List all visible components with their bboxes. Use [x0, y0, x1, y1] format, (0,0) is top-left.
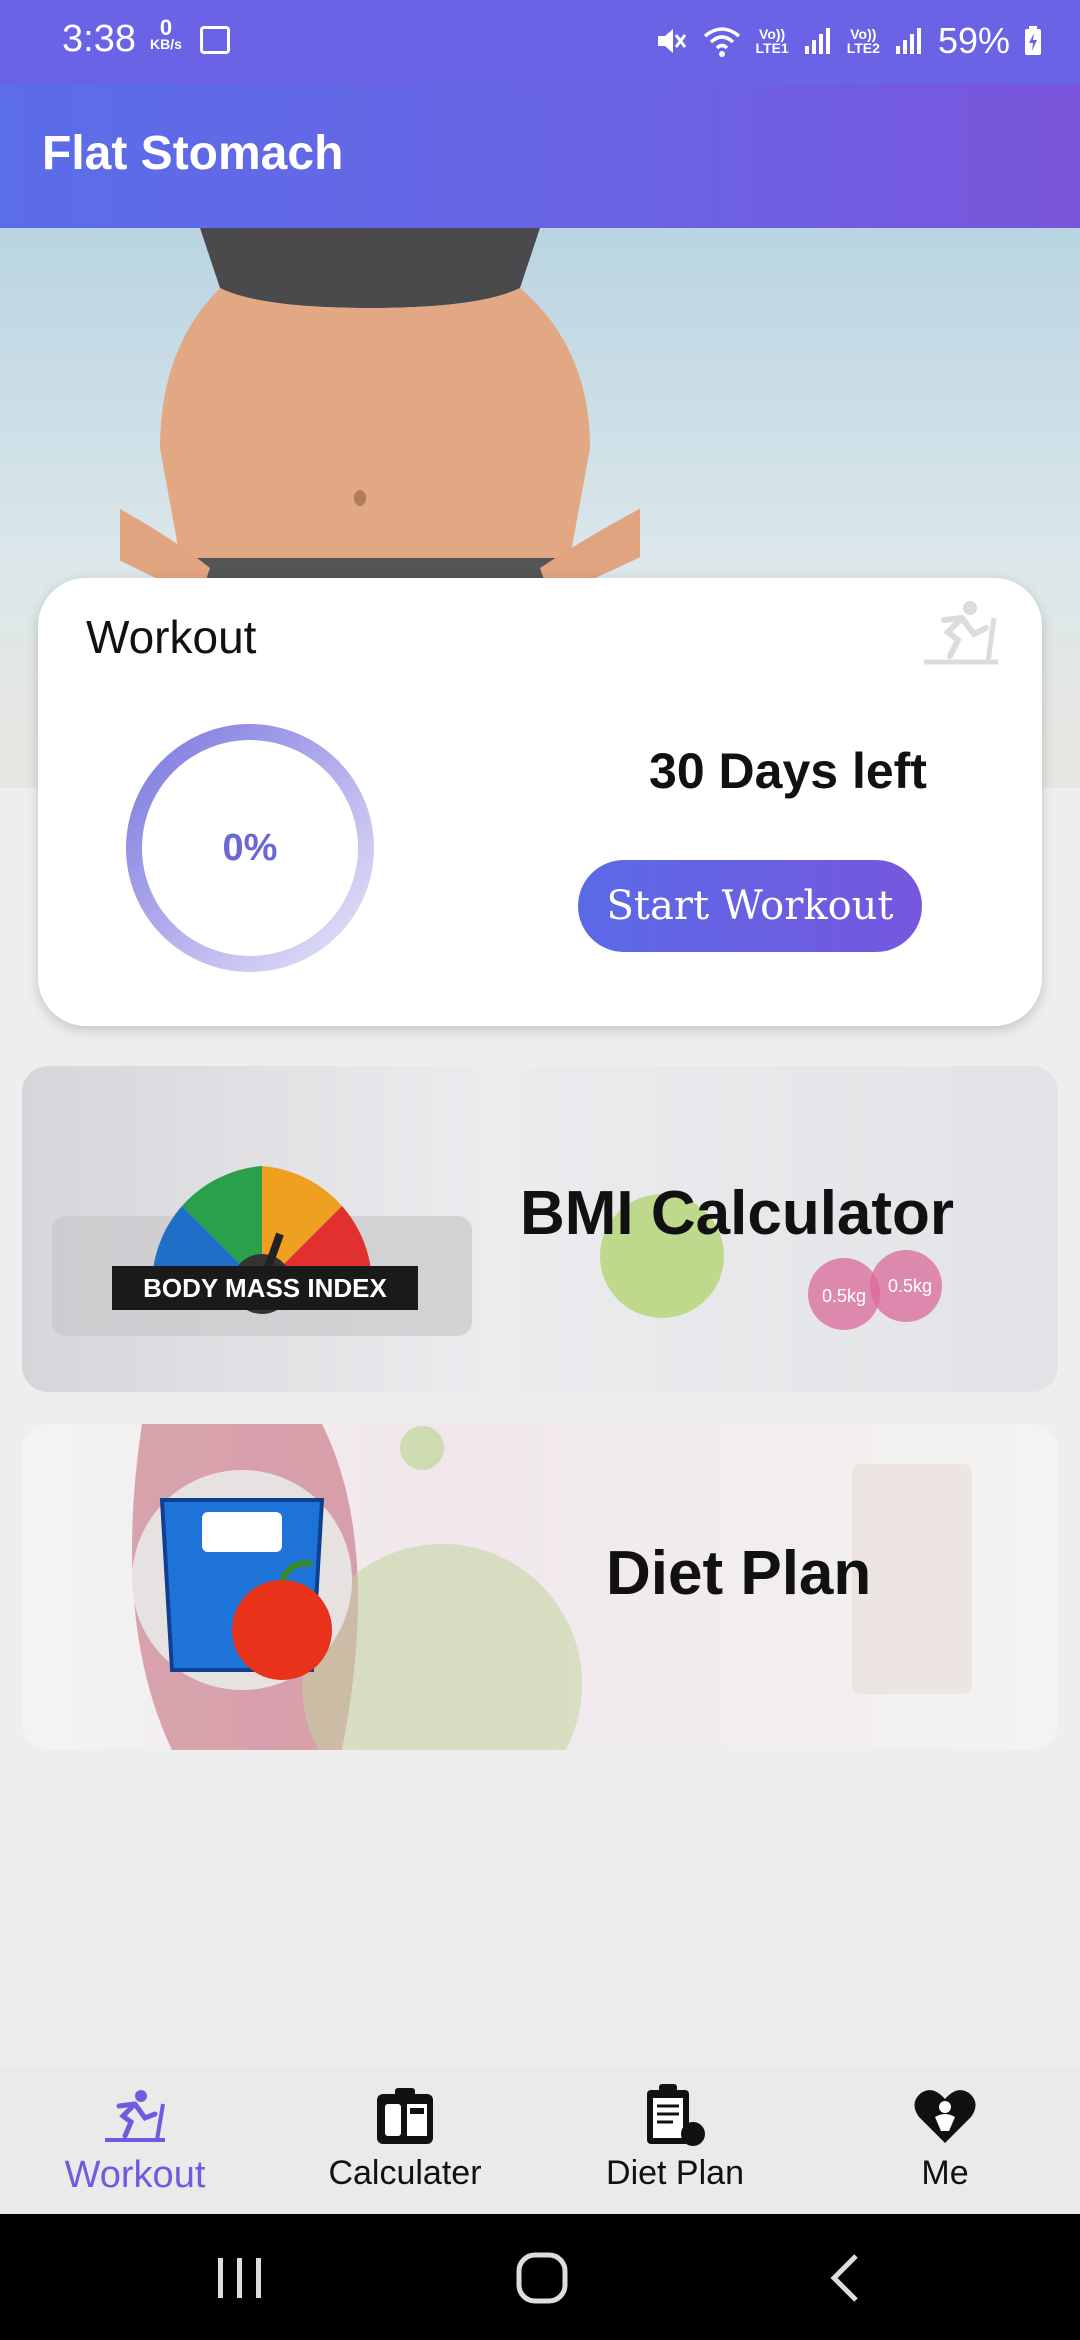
bmi-gauge-icon: BODY MASS INDEX	[112, 1166, 418, 1314]
weight-label-2: 0.5kg	[888, 1276, 932, 1296]
diet-clipboard-icon	[643, 2084, 707, 2146]
app-bar: Flat Stomach	[0, 84, 1080, 228]
treadmill-runner-icon	[101, 2086, 169, 2146]
app-title: Flat Stomach	[42, 127, 344, 180]
wifi-icon	[703, 27, 740, 57]
workout-card-title: Workout	[86, 611, 257, 663]
gallery-notification-icon	[200, 26, 230, 54]
status-bar: 3:38 0 KB/s Vo)) LTE1 Vo)) LTE2 59%	[0, 0, 1080, 84]
sim1-network: LTE1	[755, 40, 789, 56]
battery-charging-icon	[1025, 26, 1041, 55]
system-navigation-bar	[0, 2214, 1080, 2340]
sim1-label: Vo)) LTE1	[756, 27, 789, 55]
sim2-label: Vo)) LTE2	[847, 27, 880, 55]
scale-apple-icon	[132, 1470, 352, 1690]
recent-apps-icon[interactable]	[216, 2256, 264, 2300]
workout-card: Workout 0% 30 Days left Start Workout	[38, 578, 1042, 1026]
nav-label-workout: Workout	[64, 2154, 206, 2196]
heart-person-icon	[913, 2086, 977, 2146]
signal-sim2-icon	[895, 28, 921, 54]
nav-label-me: Me	[921, 2154, 969, 2192]
bottom-navigation: Workout Calculater Diet Plan Me	[0, 2066, 1080, 2214]
gauge-label: BODY MASS INDEX	[143, 1273, 387, 1303]
diet-plan-banner[interactable]: Diet Plan	[22, 1424, 1058, 1750]
weight-label-1: 0.5kg	[822, 1286, 866, 1306]
bmi-calculator-banner[interactable]: 0.5kg 0.5kg BODY MASS INDEX BMI Calculat…	[22, 1066, 1058, 1392]
home-icon[interactable]	[516, 2252, 568, 2304]
network-speed-unit: KB/s	[150, 36, 182, 52]
days-left-text: 30 Days left	[649, 743, 927, 799]
network-speed: 0 KB/s	[150, 15, 182, 53]
network-speed-value: 0	[159, 15, 173, 40]
nav-label-diet-plan: Diet Plan	[606, 2154, 744, 2192]
nav-item-me[interactable]: Me	[810, 2066, 1080, 2214]
signal-sim1-icon	[804, 28, 830, 54]
status-time: 3:38	[62, 18, 136, 60]
nav-item-calculater[interactable]: Calculater	[270, 2066, 540, 2214]
nav-label-calculater: Calculater	[328, 2154, 482, 2192]
bmi-banner-title: BMI Calculator	[520, 1179, 955, 1248]
nav-item-diet-plan[interactable]: Diet Plan	[540, 2066, 810, 2214]
calculator-clipboard-icon	[373, 2086, 437, 2146]
nav-item-workout[interactable]: Workout	[0, 2066, 270, 2214]
status-icons: Vo)) LTE1 Vo)) LTE2 59%	[654, 20, 1042, 62]
back-icon[interactable]	[826, 2252, 862, 2304]
treadmill-icon	[924, 601, 998, 665]
progress-percent: 0%	[222, 826, 278, 869]
battery-percent: 59%	[937, 20, 1010, 61]
start-workout-button[interactable]: Start Workout	[578, 860, 922, 952]
diet-banner-title: Diet Plan	[606, 1539, 872, 1608]
sim2-network: LTE2	[846, 40, 880, 56]
mute-icon	[657, 29, 686, 53]
